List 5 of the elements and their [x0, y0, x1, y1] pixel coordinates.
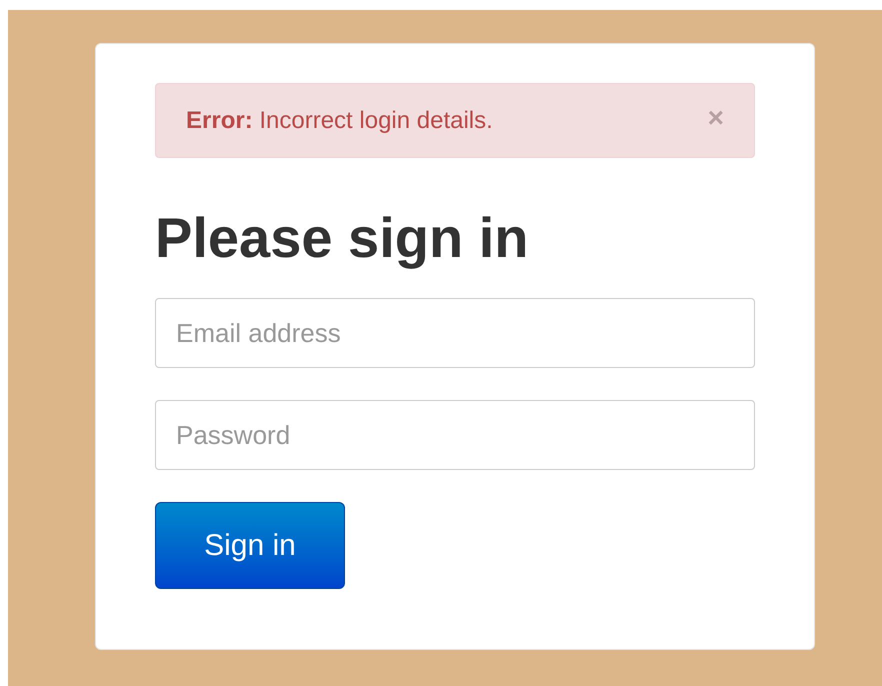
page-heading: Please sign in — [155, 206, 530, 270]
sign-in-button[interactable]: Sign in — [155, 502, 345, 589]
text-field[interactable]: Email address — [155, 298, 755, 368]
error-message: Error: Incorrect login details. — [186, 106, 493, 136]
text-field[interactable]: Password — [155, 400, 755, 470]
